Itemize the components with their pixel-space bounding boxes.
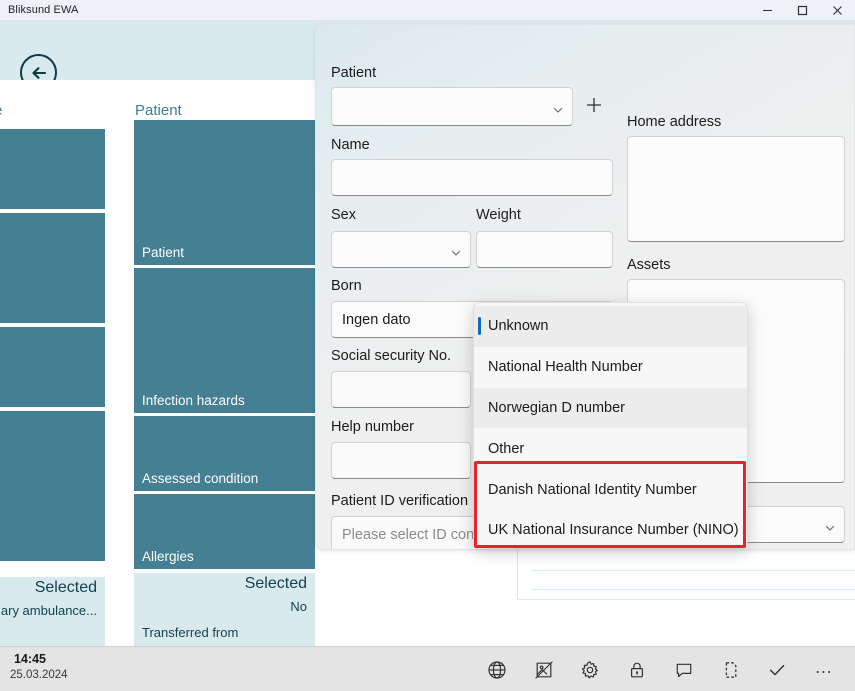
summary-card-col2[interactable]: Selected No Transferred from: [134, 573, 315, 646]
patient-id-verification-label: Patient ID verification: [331, 493, 469, 509]
clock[interactable]: 14:45 25.03.2024: [10, 652, 68, 681]
clock-date: 25.03.2024: [10, 669, 68, 681]
social-security-input[interactable]: [331, 371, 471, 408]
chat-icon[interactable]: [671, 657, 697, 683]
dropdown-item-label: UK National Insurance Number (NINO): [488, 522, 739, 539]
left-content-area: e om of incident of incident Selected ar…: [0, 80, 318, 646]
dropdown-item-label: National Health Number: [488, 359, 643, 376]
dropdown-item-label: Norwegian D number: [488, 399, 626, 416]
summary-value: ary ambulance...: [0, 603, 97, 618]
tile-allergies[interactable]: Allergies: [134, 494, 315, 569]
sex-label: Sex: [331, 207, 356, 223]
sex-select[interactable]: [331, 231, 471, 268]
tile-assessed-condition[interactable]: Assessed condition: [134, 416, 315, 491]
plus-icon: [584, 98, 604, 119]
help-number-label: Help number: [331, 419, 415, 435]
column-header-1: e: [0, 102, 2, 119]
dropdown-item-danish-national-identity-number[interactable]: Danish National Identity Number: [474, 469, 747, 510]
image-icon[interactable]: [531, 657, 557, 683]
assets-label: Assets: [627, 257, 671, 273]
tile-col1-3[interactable]: of incident: [0, 327, 105, 407]
lined-table-area: [517, 548, 855, 600]
app-root: Bliksund EWA e: [0, 0, 855, 691]
summary-selected-label: Selected: [34, 579, 97, 596]
window-title: Bliksund EWA: [8, 4, 79, 16]
weight-input[interactable]: [476, 231, 613, 268]
lock-icon[interactable]: [624, 657, 650, 683]
table-line: [532, 589, 855, 590]
tile-col1-2[interactable]: om: [0, 213, 105, 323]
born-label: Born: [331, 278, 362, 294]
close-button[interactable]: [820, 0, 855, 21]
chevron-down-icon: [825, 520, 835, 531]
dropdown-item-norwegian-d-number[interactable]: Norwegian D number: [474, 387, 747, 429]
tile-col1-4[interactable]: of incident: [0, 411, 105, 561]
tile-label: Infection hazards: [142, 393, 245, 408]
tile-col1-1[interactable]: [0, 129, 105, 209]
home-address-label: Home address: [627, 114, 722, 130]
column-header-2: Patient: [135, 102, 182, 119]
minimize-button[interactable]: [750, 0, 785, 21]
tile-label: Allergies: [142, 549, 194, 564]
help-number-input[interactable]: [331, 442, 471, 479]
more-icon[interactable]: …: [811, 657, 837, 683]
bottom-taskbar: 14:45 25.03.2024 …: [0, 646, 855, 691]
chevron-down-icon: [451, 245, 461, 256]
globe-icon[interactable]: [484, 657, 510, 683]
born-value: Ingen dato: [342, 311, 411, 328]
tile-label: Assessed condition: [142, 471, 259, 486]
summary-selected-label: Selected: [244, 575, 307, 592]
name-label: Name: [331, 137, 370, 153]
chevron-down-icon: [553, 102, 563, 113]
patient-select[interactable]: [331, 87, 573, 126]
dropdown-item-label: Danish National Identity Number: [488, 481, 697, 498]
patient-id-verification-placeholder: Please select ID confir: [342, 526, 487, 543]
taskbar-icons: …: [470, 647, 855, 691]
dropdown-item-label: Other: [488, 440, 525, 457]
patient-label: Patient: [331, 65, 377, 81]
dropdown-item-unknown[interactable]: Unknown: [474, 306, 747, 347]
selection-indicator: [478, 317, 481, 335]
tile-patient[interactable]: Patient: [134, 120, 315, 265]
tile-label: Patient: [142, 245, 185, 260]
weight-label: Weight: [476, 207, 521, 223]
dropdown-item-other[interactable]: Other: [474, 428, 747, 469]
summary-card-col1[interactable]: Selected ary ambulance... ype: [0, 577, 105, 646]
tile-infection-hazards[interactable]: Infection hazards: [134, 268, 315, 413]
home-address-input[interactable]: [627, 136, 845, 242]
patient-id-type-dropdown[interactable]: Unknown National Health Number Norwegian…: [473, 302, 748, 547]
window-title-bar: Bliksund EWA: [0, 0, 855, 21]
dropdown-item-national-health-number[interactable]: National Health Number: [474, 347, 747, 388]
clock-time: 14:45: [14, 652, 46, 666]
more-glyph: …: [814, 656, 834, 677]
name-input[interactable]: [331, 159, 613, 196]
table-line: [532, 570, 855, 571]
add-patient-button[interactable]: [584, 95, 606, 117]
summary-sublabel: Transferred from: [142, 625, 239, 640]
summary-value: No: [290, 599, 307, 614]
document-dashed-icon[interactable]: [718, 657, 744, 683]
check-icon[interactable]: [764, 657, 790, 683]
window-controls: [750, 0, 855, 21]
dropdown-item-label: Unknown: [488, 318, 549, 335]
dropdown-item-uk-national-insurance-number[interactable]: UK National Insurance Number (NINO): [474, 510, 747, 546]
gear-icon[interactable]: [577, 657, 603, 683]
social-security-label: Social security No.: [331, 348, 452, 364]
maximize-button[interactable]: [785, 0, 820, 21]
